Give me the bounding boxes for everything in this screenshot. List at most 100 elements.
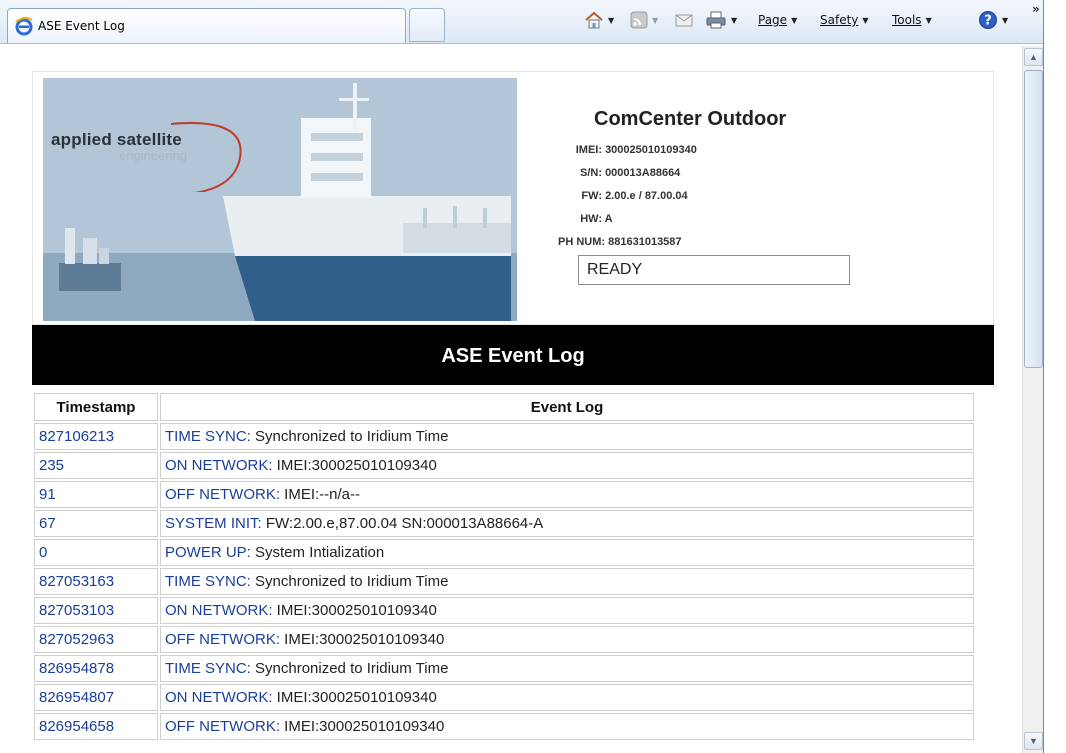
home-button[interactable]: ▼ — [584, 6, 614, 34]
event-detail: IMEI:300025010109340 — [280, 631, 445, 648]
help-menu[interactable]: ? ▼ — [978, 6, 1008, 34]
timestamp-cell: 826954878 — [34, 655, 158, 682]
scrollbar-thumb[interactable] — [1024, 70, 1043, 368]
event-cell: TIME SYNC: Synchronized to Iridium Time — [160, 655, 974, 682]
device-info: ComCenter Outdoor IMEI: 300025010109340 … — [526, 72, 993, 324]
firmware-field: FW: 2.00.e / 87.00.04 — [569, 190, 688, 202]
event-log-table: Timestamp Event Log 827106213 TIME SYNC:… — [32, 391, 976, 742]
table-row: 235 ON NETWORK: IMEI:300025010109340 — [34, 452, 974, 479]
event-cell: POWER UP: System Intialization — [160, 539, 974, 566]
event-detail: IMEI:--n/a-- — [280, 486, 361, 503]
serial-field: S/N: 000013A88664 — [569, 167, 680, 179]
logo-subtext: engineering — [119, 148, 187, 163]
read-mail-button[interactable] — [674, 6, 694, 34]
page-content: applied satellite engineering ComCenter … — [0, 46, 1022, 753]
scroll-down-button[interactable]: ▼ — [1024, 732, 1043, 750]
table-row: 827106213 TIME SYNC: Synchronized to Iri… — [34, 423, 974, 450]
table-header-row: Timestamp Event Log — [34, 393, 974, 421]
phone-number-field: PH NUM: 881631013587 — [558, 236, 682, 248]
serial-value: 000013A88664 — [605, 167, 681, 179]
event-type: SYSTEM INIT: — [165, 515, 262, 532]
event-detail: IMEI:300025010109340 — [272, 602, 437, 619]
print-button[interactable]: ▼ — [705, 6, 737, 34]
event-cell: TIME SYNC: Synchronized to Iridium Time — [160, 423, 974, 450]
timestamp-cell: 0 — [34, 539, 158, 566]
timestamp-cell: 827053163 — [34, 568, 158, 595]
event-detail: IMEI:300025010109340 — [272, 689, 437, 706]
event-detail: Synchronized to Iridium Time — [250, 660, 449, 677]
feeds-button[interactable]: ▼ — [630, 6, 658, 34]
event-type: ON NETWORK: — [165, 602, 273, 619]
event-type: OFF NETWORK: — [165, 631, 280, 648]
event-cell: ON NETWORK: IMEI:300025010109340 — [160, 597, 974, 624]
firmware-label: FW: — [581, 190, 602, 202]
event-detail: IMEI:300025010109340 — [272, 457, 437, 474]
ship-banner-image: applied satellite engineering — [43, 78, 517, 321]
event-cell: OFF NETWORK: IMEI:300025010109340 — [160, 626, 974, 653]
event-cell: OFF NETWORK: IMEI:300025010109340 — [160, 713, 974, 740]
firmware-value: 2.00.e / 87.00.04 — [605, 190, 688, 202]
tools-menu[interactable]: Tools ▼ — [892, 6, 932, 34]
timestamp-cell: 826954807 — [34, 684, 158, 711]
event-type: POWER UP: — [165, 544, 251, 561]
event-cell: OFF NETWORK: IMEI:--n/a-- — [160, 481, 974, 508]
event-type: TIME SYNC: — [165, 660, 251, 677]
timestamp-cell: 235 — [34, 452, 158, 479]
table-row: 91 OFF NETWORK: IMEI:--n/a-- — [34, 481, 974, 508]
tab-ase-event-log[interactable]: ASE Event Log — [7, 8, 406, 43]
table-row: 827052963 OFF NETWORK: IMEI:300025010109… — [34, 626, 974, 653]
table-row: 67 SYSTEM INIT: FW:2.00.e,87.00.04 SN:00… — [34, 510, 974, 537]
device-header: applied satellite engineering ComCenter … — [32, 71, 994, 325]
rss-feed-icon — [630, 11, 648, 29]
help-icon: ? — [979, 11, 997, 29]
chevron-down-icon: ▼ — [1029, 736, 1038, 746]
safety-menu[interactable]: Safety ▼ — [820, 6, 869, 34]
event-type: OFF NETWORK: — [165, 718, 280, 735]
event-type: ON NETWORK: — [165, 689, 273, 706]
imei-value: 300025010109340 — [605, 144, 697, 156]
table-row: 826954807 ON NETWORK: IMEI:3000250101093… — [34, 684, 974, 711]
mail-icon — [675, 14, 693, 27]
event-log-column-header: Event Log — [160, 393, 974, 421]
event-detail: FW:2.00.e,87.00.04 SN:000013A88664-A — [261, 515, 544, 532]
event-detail: System Intialization — [250, 544, 385, 561]
event-type: ON NETWORK: — [165, 457, 273, 474]
page-menu[interactable]: Page ▼ — [758, 6, 797, 34]
status-field: READY — [578, 255, 850, 285]
timestamp-cell: 827106213 — [34, 423, 158, 450]
page-menu-label: Page — [758, 13, 788, 27]
timestamp-cell: 826954658 — [34, 713, 158, 740]
chevron-up-icon: ▲ — [1029, 52, 1038, 62]
vertical-scrollbar[interactable]: ▲ ▼ — [1022, 46, 1043, 753]
safety-menu-label: Safety — [820, 13, 859, 27]
event-detail: Synchronized to Iridium Time — [250, 573, 449, 590]
timestamp-cell: 827053103 — [34, 597, 158, 624]
timestamp-cell: 67 — [34, 510, 158, 537]
timestamp-column-header: Timestamp — [34, 393, 158, 421]
hardware-value: A — [604, 213, 613, 225]
hardware-field: HW: A — [569, 213, 613, 225]
timestamp-cell: 91 — [34, 481, 158, 508]
home-icon — [585, 11, 603, 29]
ie-logo-icon — [15, 16, 33, 36]
imei-label: IMEI: — [575, 144, 602, 156]
event-cell: ON NETWORK: IMEI:300025010109340 — [160, 452, 974, 479]
table-row: 826954878 TIME SYNC: Synchronized to Iri… — [34, 655, 974, 682]
tab-title: ASE Event Log — [38, 19, 125, 33]
event-cell: TIME SYNC: Synchronized to Iridium Time — [160, 568, 974, 595]
timestamp-cell: 827052963 — [34, 626, 158, 653]
scroll-up-button[interactable]: ▲ — [1024, 48, 1043, 66]
event-cell: SYSTEM INIT: FW:2.00.e,87.00.04 SN:00001… — [160, 510, 974, 537]
table-row: 827053103 ON NETWORK: IMEI:3000250101093… — [34, 597, 974, 624]
event-detail: IMEI:300025010109340 — [280, 718, 445, 735]
print-icon — [706, 11, 726, 29]
phone-number-label: PH NUM: — [558, 236, 606, 248]
device-model: ComCenter Outdoor — [594, 108, 787, 130]
tools-menu-label: Tools — [892, 13, 922, 27]
toolbar-overflow-chevron[interactable]: » — [1032, 2, 1040, 16]
hardware-label: HW: — [580, 213, 602, 225]
new-tab-button[interactable] — [409, 8, 445, 42]
table-row: 826954658 OFF NETWORK: IMEI:300025010109… — [34, 713, 974, 740]
company-logo: applied satellite engineering — [51, 122, 242, 192]
serial-label: S/N: — [580, 167, 602, 179]
